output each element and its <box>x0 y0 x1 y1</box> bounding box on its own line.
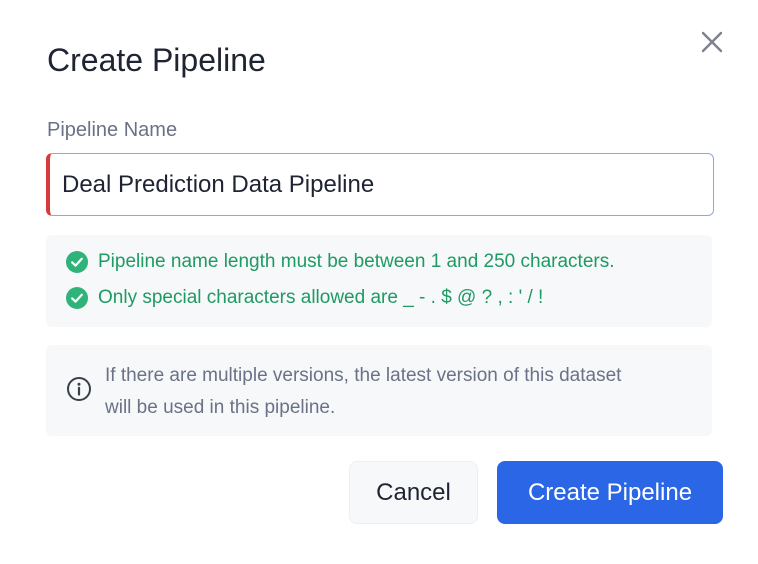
pipeline-name-field <box>46 153 714 216</box>
info-text-line: If there are multiple versions, the late… <box>105 365 622 386</box>
create-pipeline-dialog: Create Pipeline Pipeline Name Pipeline n… <box>0 0 758 564</box>
dialog-title: Create Pipeline <box>47 42 266 78</box>
cancel-button[interactable]: Cancel <box>349 461 478 524</box>
info-icon <box>67 377 91 401</box>
validation-rule-length: Pipeline name length must be between 1 a… <box>66 251 615 273</box>
validation-rule-characters: Only special characters allowed are _ - … <box>66 287 543 309</box>
info-notice: If there are multiple versions, the late… <box>46 345 712 436</box>
create-pipeline-button[interactable]: Create Pipeline <box>497 461 723 524</box>
close-icon <box>701 31 723 53</box>
close-button[interactable] <box>696 26 728 58</box>
validation-rule-text: Pipeline name length must be between 1 a… <box>98 251 615 272</box>
check-circle-icon <box>66 251 88 273</box>
pipeline-name-label: Pipeline Name <box>47 119 178 141</box>
validation-rule-text: Only special characters allowed are _ - … <box>98 287 544 308</box>
info-text-line: will be used in this pipeline. <box>105 397 336 418</box>
pipeline-name-input[interactable] <box>62 154 702 215</box>
validation-rules-box: Pipeline name length must be between 1 a… <box>46 235 712 327</box>
info-text: If there are multiple versions, the late… <box>105 360 695 424</box>
check-circle-icon <box>66 287 88 309</box>
